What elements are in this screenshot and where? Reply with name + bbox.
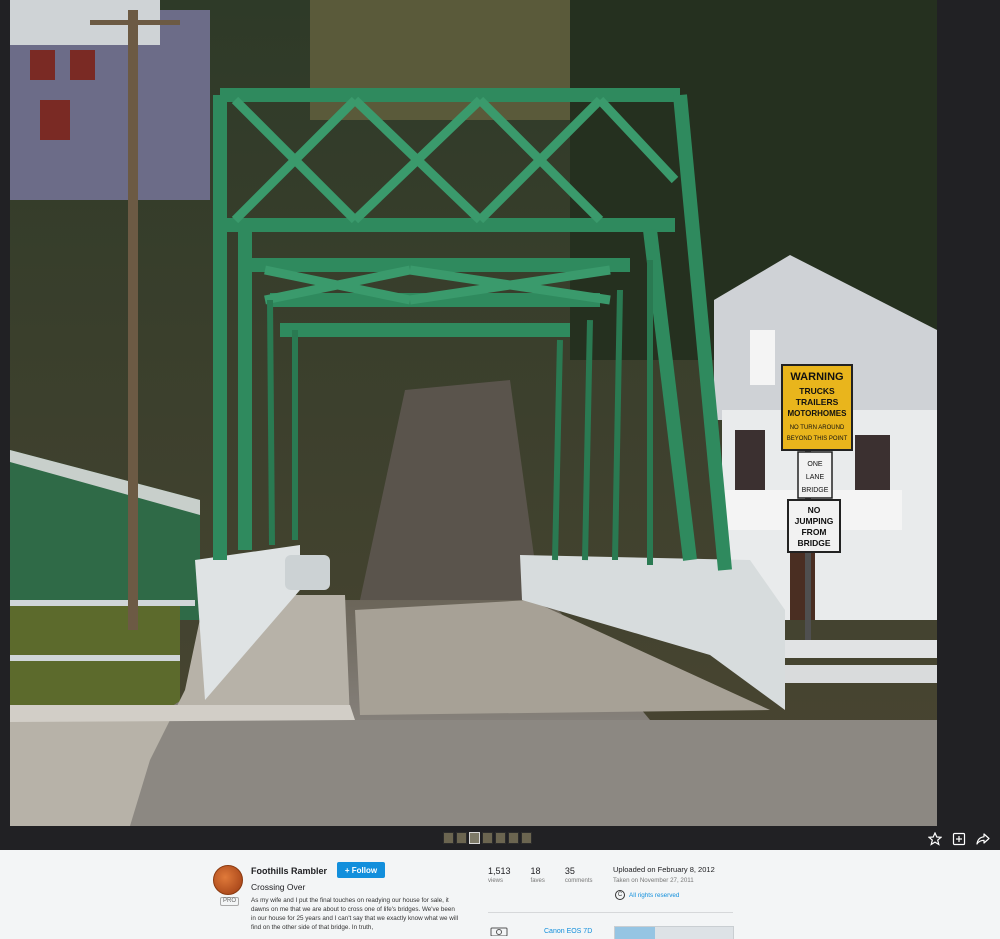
stat-faves[interactable]: 18 faves	[531, 866, 545, 884]
no-jumping-line-3: FROM	[801, 527, 826, 537]
taken-date[interactable]: Taken on November 27, 2011	[613, 877, 694, 884]
upload-date: Uploaded on February 8, 2012	[613, 865, 715, 874]
photo-description: As my wife and I put the final touches o…	[251, 897, 459, 931]
warning-sign-line-2: TRAILERS	[796, 397, 839, 407]
filmstrip	[443, 832, 532, 844]
stat-views: 1,513 views	[488, 866, 511, 884]
main-photo[interactable]: WARNING TRUCKS TRAILERS MOTORHOMES NO TU…	[10, 0, 937, 826]
no-jumping-sign: NO JUMPING FROM BRIDGE	[787, 499, 841, 553]
camera-icon	[490, 927, 508, 936]
warning-sign: WARNING TRUCKS TRAILERS MOTORHOMES NO TU…	[781, 364, 853, 451]
filmstrip-thumbnail[interactable]	[482, 832, 493, 844]
author-name[interactable]: Foothills Rambler	[251, 866, 327, 876]
warning-sign-line-4: NO TURN AROUND	[790, 425, 845, 431]
one-lane-line-3: BRIDGE	[802, 487, 829, 494]
filmstrip-thumbnail[interactable]	[495, 832, 506, 844]
no-jumping-line-1: NO	[808, 505, 821, 515]
one-lane-line-1: ONE	[807, 461, 823, 468]
pro-badge: PRO	[220, 897, 240, 906]
bridge-photo-illustration: WARNING TRUCKS TRAILERS MOTORHOMES NO TU…	[10, 0, 937, 826]
photo-title: Crossing Over	[251, 882, 306, 892]
no-jumping-line-4: BRIDGE	[797, 538, 830, 548]
stat-label: faves	[530, 878, 545, 884]
warning-sign-line-1: TRUCKS	[799, 386, 835, 396]
add-to-gallery-icon[interactable]	[952, 832, 966, 846]
follow-button[interactable]: + Follow	[337, 862, 385, 878]
warning-sign-line-3: MOTORHOMES	[788, 409, 848, 418]
filmstrip-thumbnail[interactable]	[521, 832, 532, 844]
copyright-icon: C	[615, 890, 625, 900]
viewer-actions	[928, 832, 990, 846]
no-jumping-line-2: JUMPING	[795, 516, 834, 526]
one-lane-line-2: LANE	[806, 474, 825, 481]
photo-info-panel: PRO Foothills Rambler + Follow Crossing …	[0, 850, 1000, 939]
stat-value: 18	[530, 866, 541, 876]
stat-value: 35	[564, 866, 575, 876]
exif-highlight	[615, 927, 655, 939]
share-icon[interactable]	[976, 832, 990, 846]
photo-viewer: WARNING TRUCKS TRAILERS MOTORHOMES NO TU…	[0, 0, 1000, 850]
avatar[interactable]	[213, 865, 243, 895]
stat-comments[interactable]: 35 comments	[565, 866, 593, 884]
stat-label: comments	[564, 878, 593, 884]
exif-panel	[614, 926, 734, 939]
divider	[488, 912, 733, 913]
fave-star-icon[interactable]	[928, 832, 942, 846]
photo-stats: 1,513 views 18 faves 35 comments	[488, 866, 593, 884]
license-label: All rights reserved	[629, 891, 680, 899]
filmstrip-thumbnail[interactable]	[469, 832, 480, 844]
license-link[interactable]: C All rights reserved	[615, 890, 679, 900]
filmstrip-thumbnail[interactable]	[508, 832, 519, 844]
one-lane-sign: ONE LANE BRIDGE	[797, 451, 833, 499]
stat-value: 1,513	[488, 866, 511, 876]
warning-sign-title: WARNING	[790, 371, 843, 383]
stat-label: views	[488, 878, 504, 884]
camera-info[interactable]: Canon EOS 7D	[490, 926, 592, 936]
filmstrip-thumbnail[interactable]	[456, 832, 467, 844]
warning-sign-line-5: BEYOND THIS POINT	[787, 436, 848, 442]
filmstrip-thumbnail[interactable]	[443, 832, 454, 844]
camera-model-link[interactable]: Canon EOS 7D	[544, 928, 592, 935]
